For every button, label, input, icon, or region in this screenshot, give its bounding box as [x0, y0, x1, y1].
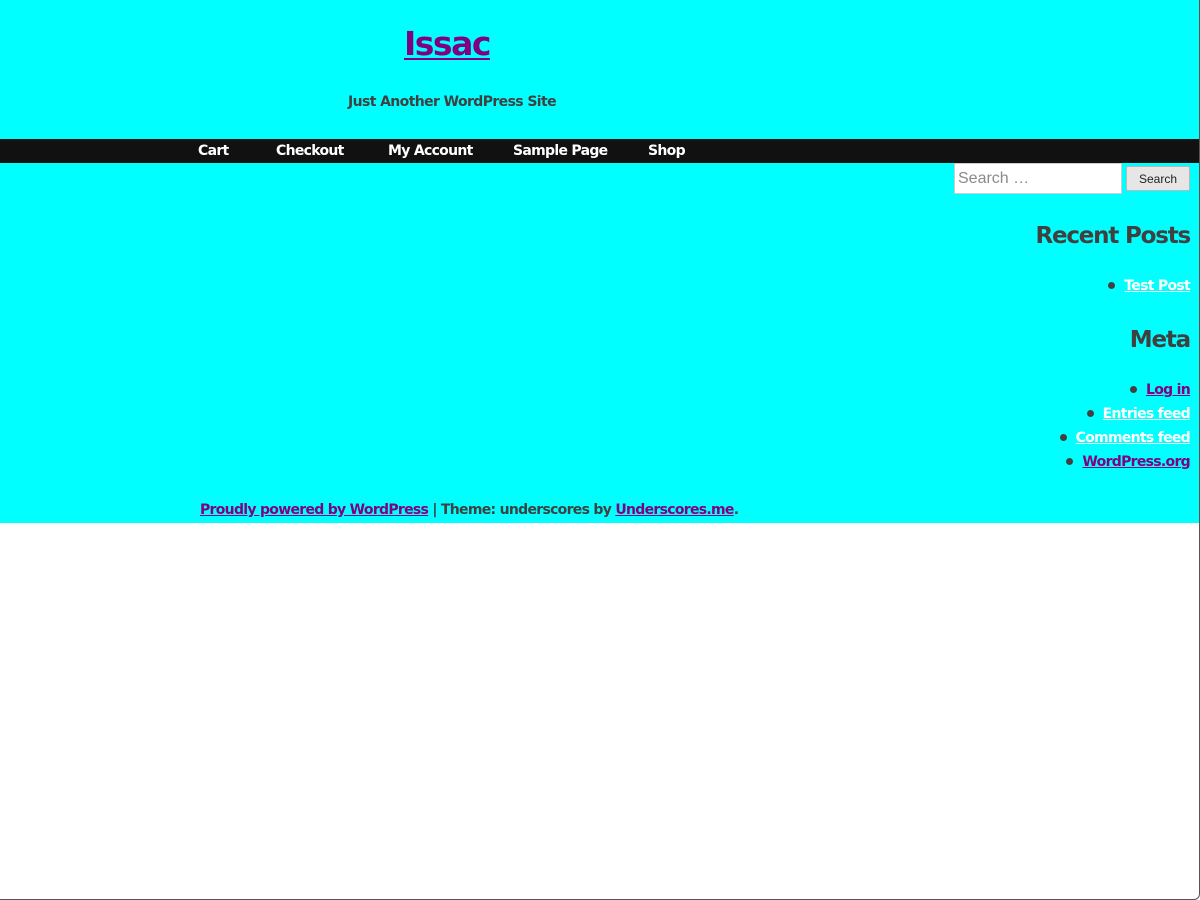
site-background	[0, 0, 1200, 523]
search-input[interactable]	[954, 163, 1122, 194]
list-item: Test Post	[1108, 274, 1191, 298]
meta-link-wordpress-org[interactable]: WordPress.org	[1082, 454, 1190, 470]
main-navigation: Cart Checkout My Account Sample Page Sho…	[0, 139, 1200, 163]
meta-title: Meta	[1129, 327, 1191, 353]
list-item: Comments feed	[1059, 426, 1191, 450]
search-button[interactable]: Search	[1126, 166, 1190, 191]
bullet-icon	[1129, 386, 1137, 393]
site-footer: Proudly powered by WordPress | Theme: un…	[200, 501, 739, 519]
list-item: WordPress.org	[1060, 450, 1191, 474]
recent-posts-title: Recent Posts	[1035, 223, 1191, 249]
site-description: Just Another WordPress Site	[348, 94, 557, 110]
page: Issac Just Another WordPress Site Cart C…	[0, 0, 1200, 900]
list-item: Entries feed	[1060, 402, 1191, 426]
footer-end-punct: .	[733, 502, 739, 518]
meta-link-entries-feed[interactable]: Entries feed	[1103, 406, 1191, 422]
meta-link-comments-feed[interactable]: Comments feed	[1076, 430, 1191, 446]
nav-item-cart[interactable]: Cart	[198, 142, 229, 160]
powered-by-link[interactable]: Proudly powered by WordPress	[200, 502, 429, 518]
list-item: Log in	[1060, 378, 1191, 402]
footer-separator-text: | Theme: underscores by	[428, 502, 616, 518]
meta-list: Log in Entries feed Comments feed WordPr…	[1059, 378, 1191, 474]
nav-item-shop[interactable]: Shop	[648, 142, 686, 160]
site-title-link[interactable]: Issac	[404, 24, 491, 63]
nav-item-sample-page[interactable]: Sample Page	[513, 142, 608, 160]
bullet-icon	[1059, 434, 1067, 441]
bullet-icon	[1108, 282, 1116, 289]
bullet-icon	[1066, 458, 1074, 465]
nav-item-checkout[interactable]: Checkout	[276, 142, 344, 160]
recent-posts-list: Test Post	[1108, 274, 1191, 298]
theme-author-link[interactable]: Underscores.me	[615, 502, 734, 518]
site-title: Issac	[404, 24, 491, 64]
nav-item-my-account[interactable]: My Account	[388, 142, 473, 160]
recent-post-link-test-post[interactable]: Test Post	[1124, 278, 1190, 294]
meta-link-log-in[interactable]: Log in	[1146, 382, 1191, 398]
bullet-icon	[1086, 410, 1094, 417]
